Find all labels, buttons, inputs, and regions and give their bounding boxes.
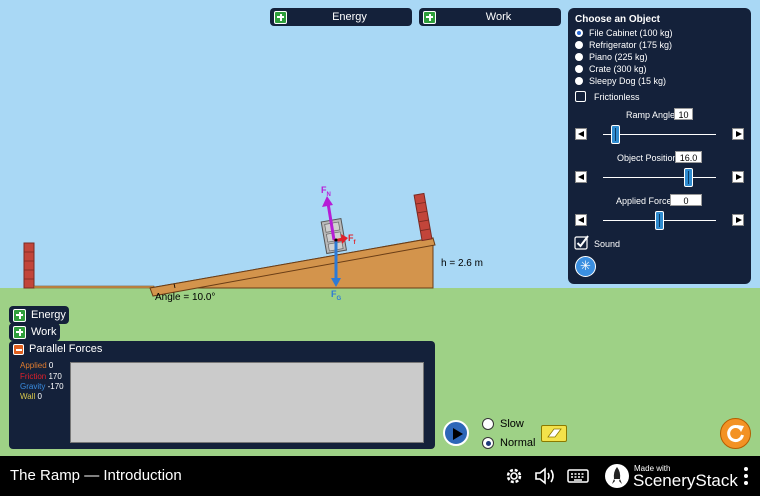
expand-plus-icon [13,308,26,322]
object-radio-crate[interactable]: Crate (300 kg) [575,64,647,74]
normal-speed-radio[interactable] [482,437,494,449]
checkmark-icon [574,235,589,250]
ramp-angle-decrease-button[interactable] [575,128,587,140]
frictionless-label: Frictionless [594,92,640,102]
choose-object-title: Choose an Object [575,14,661,25]
right-wall [413,192,433,242]
radio-icon [575,77,583,85]
applied-force-label: Applied Force [616,196,672,206]
parallel-forces-title: Parallel Forces [29,343,103,355]
expand-plus-icon [423,10,436,24]
keyboard-icon[interactable] [567,467,589,485]
legend-applied: Applied 0 [20,361,54,370]
radio-icon [575,53,583,61]
object-position-decrease-button[interactable] [575,171,587,183]
object-position-slider-track[interactable] [603,177,716,178]
play-button[interactable] [443,420,469,446]
control-panel: Choose an Object File Cabinet (100 kg) R… [568,8,751,284]
object-position-value: 16.0 [675,151,702,163]
object-radio-sleepy-dog[interactable]: Sleepy Dog (15 kg) [575,76,666,86]
sound-label: Sound [594,239,621,249]
object-radio-refrigerator[interactable]: Refrigerator (175 kg) [575,40,672,50]
work-accordion-top[interactable]: Work [419,8,561,26]
snowflake-icon[interactable]: ✳ [575,256,596,277]
slow-speed-label: Slow [500,418,524,430]
brand-name: SceneryStack [633,471,738,490]
sound-checkbox[interactable] [574,235,589,250]
eraser-icon [547,428,562,438]
more-options-icon[interactable] [741,466,751,486]
applied-force-increase-button[interactable] [732,214,744,226]
left-wall [23,242,35,289]
applied-force-slider-thumb[interactable] [655,211,664,230]
reset-icon [727,425,744,442]
normal-speed-label: Normal [500,437,536,449]
floor [33,285,155,289]
ramp-angle-value: 10 [674,108,693,120]
applied-force-decrease-button[interactable] [575,214,587,226]
height-label: h = 2.6 m [441,258,483,269]
collapse-minus-icon[interactable] [13,344,24,355]
frictionless-checkbox[interactable] [575,91,586,102]
energy-accordion-top[interactable]: Energy [270,8,412,26]
audio-icon[interactable] [534,466,556,486]
ramp-angle-label: Ramp Angle [626,110,676,120]
expand-plus-icon [274,10,287,24]
legend-wall: Wall 0 [20,392,42,401]
ramp-angle-slider-thumb[interactable] [611,125,620,144]
legend-gravity: Gravity -170 [20,382,64,391]
radio-selected-icon [575,29,583,37]
gravity-force-label: FG [331,289,342,302]
scenerystack-logo-icon [605,464,629,488]
normal-force-label: FN [321,185,331,198]
object-position-slider-thumb[interactable] [684,168,693,187]
energy-accordion-bottom[interactable]: Energy [9,306,69,324]
object-radio-file-cabinet[interactable]: File Cabinet (100 kg) [575,28,673,38]
parallel-forces-panel: Parallel Forces Applied 0 Friction 170 G… [9,341,435,449]
work-accordion-bottom[interactable]: Work [9,323,60,341]
slow-speed-radio[interactable] [482,418,494,430]
angle-label: Angle = 10.0° [155,292,216,303]
eraser-button[interactable] [541,425,567,442]
sim-title: The Ramp — Introduction [10,467,182,484]
parallel-forces-chart [70,362,424,443]
object-position-label: Object Position [617,153,678,163]
radio-icon [575,41,583,49]
legend-friction: Friction 170 [20,372,62,381]
navigation-bar: The Ramp — Introduction Made with Scener… [0,456,760,496]
ramp-angle-increase-button[interactable] [732,128,744,140]
reset-all-button[interactable] [720,418,751,449]
expand-plus-icon [13,325,26,339]
object-radio-piano[interactable]: Piano (225 kg) [575,52,648,62]
gear-icon[interactable] [504,466,524,486]
object-position-increase-button[interactable] [732,171,744,183]
applied-force-value: 0 [670,194,702,206]
friction-force-label: Ff [348,233,356,246]
radio-icon [575,65,583,73]
